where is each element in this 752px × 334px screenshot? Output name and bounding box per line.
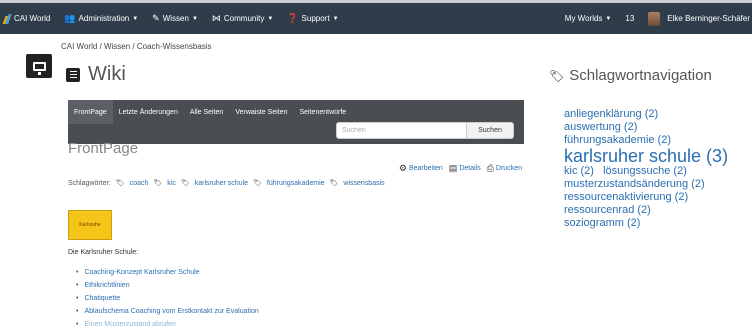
- topnav-right: My Worlds ▼ 13 Elke Berninger-Schäfer: [565, 3, 752, 34]
- tags-label: Schlagwörter:: [68, 179, 111, 187]
- brand-label: CAI World: [14, 14, 51, 23]
- karlsruhe-badge-button[interactable]: Karlsruhe: [68, 210, 112, 240]
- wiki-title: Wiki: [66, 63, 126, 86]
- tag-nav-title: 🏷 Schlagwortnavigation: [549, 67, 712, 84]
- edit-button[interactable]: ⚙ Bearbeiten: [399, 163, 443, 174]
- wiki-icon: [66, 67, 80, 82]
- tag-icon: 🏷: [115, 180, 125, 187]
- list-item[interactable]: Einen Musterzustand abrufen: [76, 318, 259, 331]
- tag-cloud-item[interactable]: karlsruher schule (3): [564, 147, 728, 165]
- book-icon: ✎: [152, 13, 160, 23]
- tag-icon: 🏷: [549, 68, 565, 83]
- search-input[interactable]: [336, 122, 467, 139]
- nav-support[interactable]: ❓ Support ▼: [287, 13, 338, 24]
- brand-link[interactable]: CAI World: [4, 14, 50, 24]
- list-item[interactable]: Ethikrichtlinien: [76, 279, 259, 292]
- list-item[interactable]: Ablaufschema Coaching vom Erstkontakt zu…: [76, 305, 258, 318]
- cai-logo-icon: [4, 14, 11, 24]
- caret-down-icon: ▼: [132, 15, 139, 22]
- help-icon: ❓: [287, 13, 299, 23]
- caret-down-icon: ▼: [267, 15, 274, 22]
- avatar: [648, 11, 661, 26]
- user-menu[interactable]: Elke Berninger-Schäfer: [648, 11, 750, 26]
- edit-label: Bearbeiten: [408, 165, 443, 172]
- print-button[interactable]: ⎙ Drucken: [487, 163, 522, 174]
- tag-icon: 🏷: [153, 180, 163, 187]
- tag-icon: 🏷: [329, 180, 339, 187]
- people-icon: 👥: [64, 13, 76, 23]
- user-name: Elke Berninger-Schäfer: [667, 14, 750, 23]
- tag-link[interactable]: wissensbasis: [343, 180, 384, 187]
- tag-cloud: anliegenklärung (2) auswertung (2) führu…: [564, 108, 728, 230]
- nav-community[interactable]: ⋈ Community ▼: [212, 13, 273, 24]
- caret-down-icon: ▼: [191, 15, 198, 22]
- top-navbar: CAI World 👥 Administration ▼ ✎ Wissen ▼ …: [0, 0, 752, 34]
- tag-link[interactable]: karlsruher schule: [195, 180, 248, 187]
- my-worlds-label: My Worlds: [564, 14, 603, 23]
- tab-letzte-aenderungen[interactable]: Letzte Änderungen: [113, 100, 184, 124]
- nav-support-label: Support: [301, 14, 330, 23]
- nav-wissen-label: Wissen: [162, 14, 189, 23]
- tab-frontpage[interactable]: FrontPage: [68, 100, 113, 124]
- monitor-icon[interactable]: [26, 54, 52, 78]
- nav-wissen[interactable]: ✎ Wissen ▼: [152, 13, 198, 24]
- tag-cloud-item[interactable]: anliegenklärung (2): [564, 108, 728, 121]
- notification-count[interactable]: 13: [625, 14, 634, 23]
- tag-icon: 🏷: [253, 180, 262, 187]
- details-icon: ▤: [448, 163, 458, 173]
- search-button[interactable]: Suchen: [467, 122, 514, 139]
- wiki-search: Suchen: [336, 122, 514, 139]
- tab-alle-seiten[interactable]: Alle Seiten: [184, 100, 229, 124]
- my-worlds-menu[interactable]: My Worlds ▼: [565, 14, 612, 23]
- wiki-title-label: Wiki: [88, 63, 126, 85]
- tag-icon: 🏷: [180, 180, 190, 187]
- tag-cloud-item[interactable]: soziogramm (2): [564, 217, 728, 230]
- link-list: Coaching-Konzept Karlsruher Schule Ethik…: [76, 266, 259, 331]
- list-item[interactable]: Coaching-Konzept Karlsruher Schule: [76, 266, 259, 279]
- gear-icon: ⚙: [398, 163, 407, 173]
- page-title: FrontPage: [68, 140, 139, 157]
- nav-administration-label: Administration: [78, 14, 130, 23]
- tag-nav-title-label: Schlagwortnavigation: [569, 67, 712, 84]
- details-label: Details: [459, 165, 481, 172]
- nav-administration[interactable]: 👥 Administration ▼: [64, 13, 138, 24]
- tag-cloud-item[interactable]: kic (2) lösungssuche (2): [564, 165, 728, 178]
- breadcrumb: CAI World / Wissen / Coach-Wissensbasis: [61, 42, 212, 51]
- nav-community-label: Community: [223, 14, 265, 23]
- tag-cloud-item[interactable]: musterzustandsänderung (2): [564, 178, 728, 191]
- caret-down-icon: ▼: [332, 15, 339, 22]
- tag-cloud-item[interactable]: ressourcenaktivierung (2): [564, 191, 728, 204]
- page-actions: ⚙ Bearbeiten ▤ Details ⎙ Drucken: [399, 163, 522, 174]
- print-icon: ⎙: [486, 163, 494, 173]
- tag-link[interactable]: coach: [130, 180, 149, 187]
- list-item[interactable]: Chatiquette: [76, 292, 259, 305]
- tab-verwaiste-seiten[interactable]: Verwaiste Seiten: [229, 100, 293, 124]
- caret-down-icon: ▼: [605, 15, 612, 22]
- wiki-tabs: FrontPage Letzte Änderungen Alle Seiten …: [68, 100, 352, 124]
- tab-seitenentwuerfe[interactable]: Seitenentwürfe: [293, 100, 352, 124]
- notification-count-label: 13: [625, 14, 635, 23]
- tag-link[interactable]: kic: [167, 180, 176, 187]
- intro-text: Die Karlsruher Schule:: [68, 249, 139, 256]
- community-icon: ⋈: [211, 13, 221, 23]
- details-button[interactable]: ▤ Details: [449, 163, 481, 174]
- tag-cloud-item[interactable]: ressourcenrad (2): [564, 204, 728, 217]
- tag-link[interactable]: führungsakademie: [267, 180, 325, 187]
- wiki-toolbar: FrontPage Letzte Änderungen Alle Seiten …: [68, 100, 524, 144]
- tag-cloud-item[interactable]: auswertung (2): [564, 121, 728, 134]
- tags-line: Schlagwörter: 🏷 coach 🏷 kic 🏷 karlsruher…: [68, 179, 385, 188]
- print-label: Drucken: [495, 165, 522, 172]
